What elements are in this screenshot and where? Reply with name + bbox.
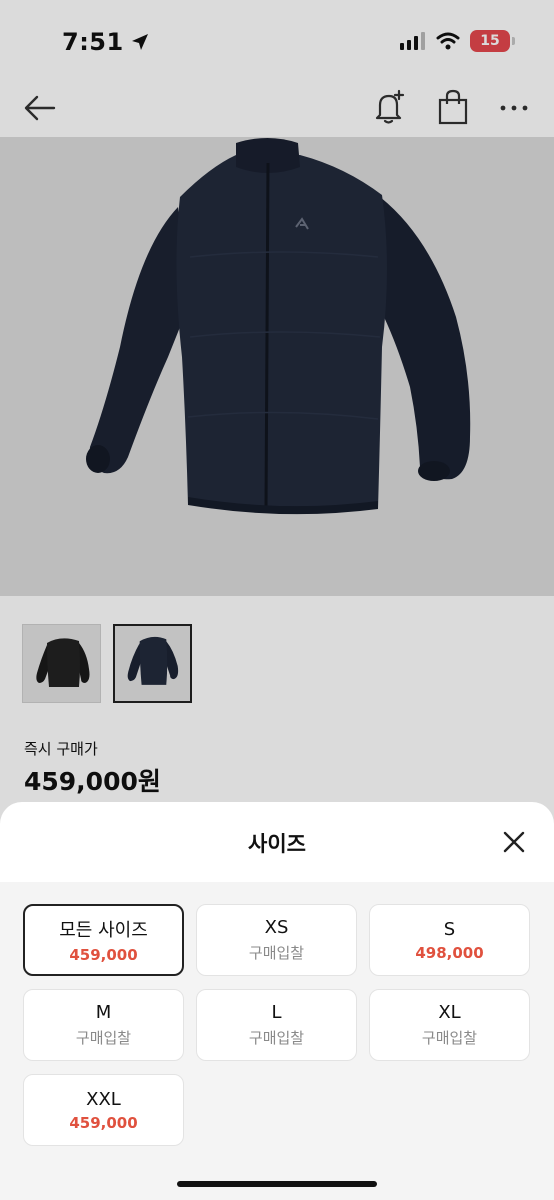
size-sub: 459,000 [69,1113,138,1132]
sheet-header: 사이즈 [0,802,554,880]
size-option[interactable]: L 구매입찰 [196,989,357,1061]
size-grid: 모든 사이즈 459,000 XS 구매입찰 S 498,000 M 구매입찰 … [23,904,531,1146]
size-option[interactable]: M 구매입찰 [23,989,184,1061]
size-name: L [271,1002,282,1023]
size-option[interactable]: XL 구매입찰 [369,989,530,1061]
size-bottom-sheet: 사이즈 모든 사이즈 459,000 XS 구매입찰 S 498,000 M 구… [0,802,554,1200]
home-indicator [177,1181,377,1187]
size-sub: 구매입찰 [248,1029,305,1047]
size-name: 모든 사이즈 [59,920,148,941]
size-sub: 구매입찰 [421,1029,478,1047]
size-option[interactable]: 모든 사이즈 459,000 [23,904,184,976]
sheet-title: 사이즈 [248,832,306,856]
size-option[interactable]: XS 구매입찰 [196,904,357,976]
size-options-area: 모든 사이즈 459,000 XS 구매입찰 S 498,000 M 구매입찰 … [0,882,554,1200]
size-name: XS [264,917,289,938]
size-sub: 구매입찰 [248,944,305,962]
size-sub: 498,000 [415,943,484,962]
size-option[interactable]: XXL 459,000 [23,1074,184,1146]
size-name: XL [438,1002,461,1023]
size-name: M [95,1002,112,1023]
size-option[interactable]: S 498,000 [369,904,530,976]
size-name: S [443,918,456,940]
close-icon[interactable] [500,828,528,856]
size-sub: 459,000 [69,946,138,964]
size-name: XXL [86,1088,121,1110]
size-sub: 구매입찰 [75,1029,132,1047]
